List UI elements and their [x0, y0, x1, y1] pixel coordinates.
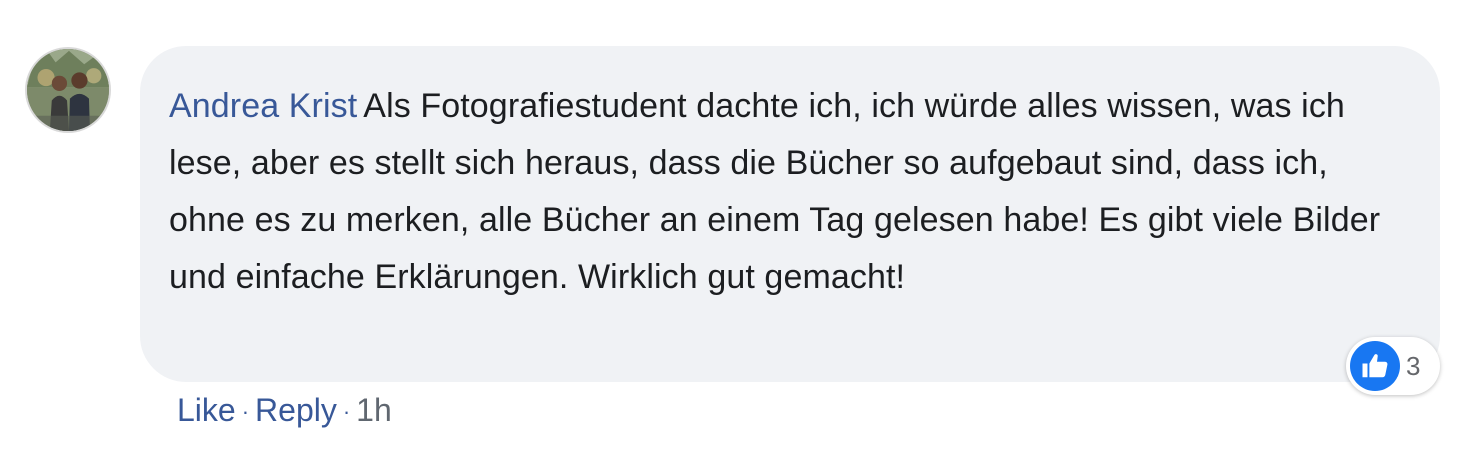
comment-actions: Like · Reply · 1h — [177, 388, 392, 432]
reaction-count: 3 — [1406, 350, 1421, 381]
action-separator: · — [241, 399, 250, 424]
like-icon — [1350, 341, 1400, 391]
thumbs-up-icon — [1362, 354, 1388, 378]
avatar[interactable] — [25, 47, 111, 133]
avatar-photo-icon — [27, 49, 109, 131]
action-separator: · — [342, 399, 351, 424]
comment-body: Andrea Krist Als Fotografiestudent dachte… — [169, 78, 1390, 306]
reaction-summary[interactable]: 3 — [1346, 337, 1440, 395]
comment-timestamp[interactable]: 1h — [356, 392, 392, 429]
like-button[interactable]: Like — [177, 392, 236, 429]
comment-bubble: Andrea Krist Als Fotografiestudent dachte… — [140, 46, 1440, 382]
comment: Andrea Krist Als Fotografiestudent dachte… — [0, 0, 1484, 453]
reply-button[interactable]: Reply — [255, 392, 337, 429]
comment-author-link[interactable]: Andrea Krist — [169, 87, 357, 125]
